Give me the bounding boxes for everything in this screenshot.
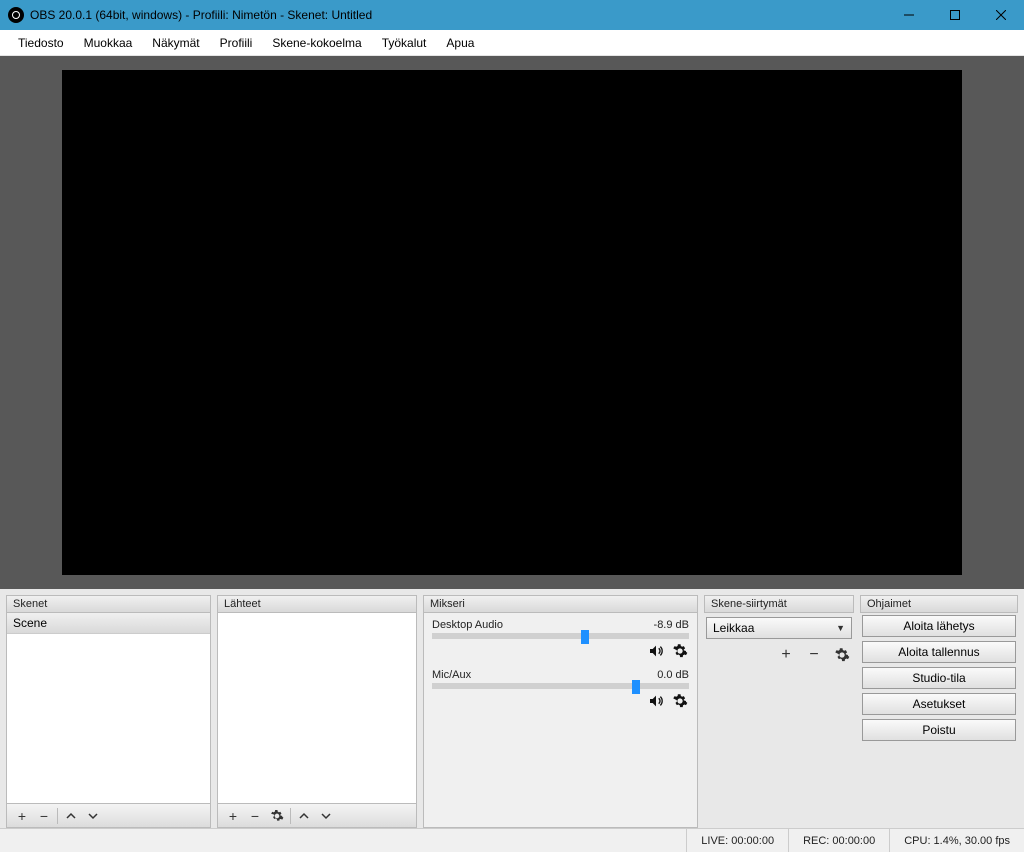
- mixer-slider-mic[interactable]: [432, 683, 689, 689]
- studio-mode-button[interactable]: Studio-tila: [862, 667, 1016, 689]
- source-move-down-button[interactable]: [315, 806, 337, 826]
- gear-icon[interactable]: [671, 643, 689, 659]
- add-scene-button[interactable]: +: [11, 806, 33, 826]
- sources-toolbar: + −: [217, 804, 417, 828]
- controls-panel-header: Ohjaimet: [860, 595, 1018, 613]
- status-cpu: CPU: 1.4%, 30.00 fps: [889, 829, 1024, 852]
- scenes-toolbar: + −: [6, 804, 211, 828]
- mixer-channel-desktop: Desktop Audio -8.9 dB: [432, 619, 689, 659]
- preview-area: [0, 56, 1024, 589]
- menu-view[interactable]: Näkymät: [142, 32, 209, 54]
- mixer-body: Desktop Audio -8.9 dB Mic/Aux 0.0 dB: [423, 613, 698, 828]
- speaker-icon[interactable]: [647, 693, 665, 709]
- menu-help[interactable]: Apua: [436, 32, 484, 54]
- status-rec: REC: 00:00:00: [788, 829, 889, 852]
- scenes-panel-header: Skenet: [6, 595, 211, 613]
- remove-source-button[interactable]: −: [244, 806, 266, 826]
- add-source-button[interactable]: +: [222, 806, 244, 826]
- menu-edit[interactable]: Muokkaa: [74, 32, 143, 54]
- transition-properties-button[interactable]: [832, 645, 852, 665]
- window-title: OBS 20.0.1 (64bit, windows) - Profiili: …: [30, 8, 886, 22]
- source-move-up-button[interactable]: [293, 806, 315, 826]
- speaker-icon[interactable]: [647, 643, 665, 659]
- scenes-list[interactable]: Scene: [6, 613, 211, 804]
- status-spacer: [0, 829, 686, 852]
- dock-panels: Skenet Scene + − Lähteet + − Mikseri: [0, 589, 1024, 828]
- exit-button[interactable]: Poistu: [862, 719, 1016, 741]
- remove-transition-button[interactable]: −: [804, 645, 824, 665]
- transition-select[interactable]: Leikkaa: [706, 617, 852, 639]
- minimize-button[interactable]: [886, 0, 932, 30]
- scene-move-down-button[interactable]: [82, 806, 104, 826]
- menu-scene-collection[interactable]: Skene-kokoelma: [262, 32, 371, 54]
- sources-list[interactable]: [217, 613, 417, 804]
- mixer-panel-header: Mikseri: [423, 595, 698, 613]
- titlebar: OBS 20.0.1 (64bit, windows) - Profiili: …: [0, 0, 1024, 30]
- add-transition-button[interactable]: +: [776, 645, 796, 665]
- mixer-channel-name: Desktop Audio: [432, 619, 503, 631]
- settings-button[interactable]: Asetukset: [862, 693, 1016, 715]
- obs-logo-icon: [8, 7, 24, 23]
- status-live: LIVE: 00:00:00: [686, 829, 788, 852]
- scene-item[interactable]: Scene: [7, 613, 210, 634]
- menubar: Tiedosto Muokkaa Näkymät Profiili Skene-…: [0, 30, 1024, 56]
- mixer-slider-desktop[interactable]: [432, 633, 689, 639]
- mixer-channel-name: Mic/Aux: [432, 669, 471, 681]
- scene-move-up-button[interactable]: [60, 806, 82, 826]
- transition-selected: Leikkaa: [713, 621, 754, 635]
- menu-file[interactable]: Tiedosto: [8, 32, 74, 54]
- sources-panel-header: Lähteet: [217, 595, 417, 613]
- mixer-channel-mic: Mic/Aux 0.0 dB: [432, 669, 689, 709]
- statusbar: LIVE: 00:00:00 REC: 00:00:00 CPU: 1.4%, …: [0, 828, 1024, 852]
- mixer-channel-db: -8.9 dB: [654, 619, 689, 631]
- start-recording-button[interactable]: Aloita tallennus: [862, 641, 1016, 663]
- start-streaming-button[interactable]: Aloita lähetys: [862, 615, 1016, 637]
- remove-scene-button[interactable]: −: [33, 806, 55, 826]
- menu-tools[interactable]: Työkalut: [372, 32, 437, 54]
- controls-body: Aloita lähetys Aloita tallennus Studio-t…: [860, 613, 1018, 743]
- gear-icon[interactable]: [671, 693, 689, 709]
- preview-canvas[interactable]: [62, 70, 962, 575]
- menu-profile[interactable]: Profiili: [210, 32, 263, 54]
- mixer-channel-db: 0.0 dB: [657, 669, 689, 681]
- close-button[interactable]: [978, 0, 1024, 30]
- maximize-button[interactable]: [932, 0, 978, 30]
- source-properties-button[interactable]: [266, 806, 288, 826]
- transitions-panel-header: Skene-siirtymät: [704, 595, 854, 613]
- transitions-body: Leikkaa + −: [704, 613, 854, 669]
